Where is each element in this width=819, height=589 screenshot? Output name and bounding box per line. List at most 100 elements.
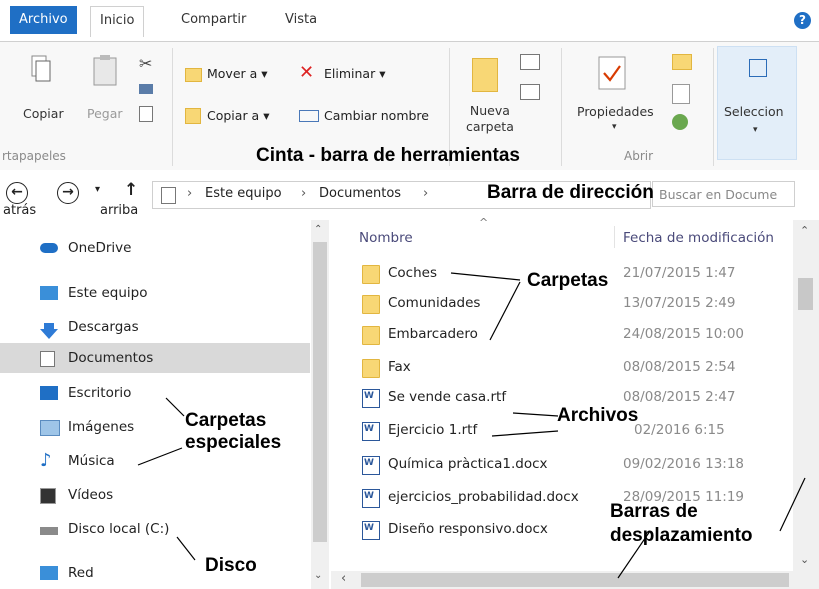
edit-icon[interactable] [672, 84, 690, 104]
scroll-up-icon[interactable]: ⌃ [800, 224, 809, 237]
annotation-address-bar: Barra de dirección [487, 182, 654, 203]
list-item[interactable]: Química pràctica1.docx 09/02/2016 13:18 [331, 449, 791, 479]
open-group-label: Abrir [624, 149, 654, 163]
scroll-up-icon[interactable]: ⌃ [314, 224, 322, 235]
ribbon-tabs: Archivo Inicio Compartir Vista ? [0, 0, 819, 42]
nav-item-descargas[interactable]: Descargas [0, 312, 310, 342]
file-date: 02/2016 6:15 [634, 422, 725, 438]
column-header-name[interactable]: Nombre [359, 230, 413, 246]
scrollbar-thumb[interactable] [313, 242, 327, 542]
list-item[interactable]: Fax 08/08/2015 2:54 [331, 352, 791, 382]
nav-item-escritorio[interactable]: Escritorio [0, 378, 310, 408]
properties-button[interactable]: Propiedades [577, 104, 654, 119]
select-button[interactable]: Seleccion ▾ [717, 46, 797, 160]
computer-icon [40, 286, 58, 300]
back-button[interactable]: ← [6, 182, 28, 204]
nav-item-disco-local[interactable]: Disco local (C:) [0, 514, 310, 544]
recent-chevron-icon[interactable]: ▾ [95, 184, 100, 195]
list-item[interactable]: Embarcadero 24/08/2015 10:00 [331, 319, 791, 349]
breadcrumb-este-equipo[interactable]: Este equipo [205, 186, 282, 201]
up-caption: arriba [100, 203, 139, 218]
nav-label: Documentos [68, 350, 154, 366]
column-header-date[interactable]: Fecha de modificación [623, 230, 774, 246]
group-separator [713, 48, 714, 166]
copy-path-icon[interactable] [139, 84, 153, 94]
copy-to-button[interactable]: Copiar a ▾ [207, 108, 269, 123]
search-input[interactable]: Buscar en Docume [652, 181, 795, 207]
scroll-down-icon[interactable]: ⌄ [800, 553, 809, 566]
nav-item-este-equipo[interactable]: Este equipo [0, 278, 310, 308]
properties-chevron-icon[interactable]: ▾ [612, 122, 617, 132]
folder-icon [362, 326, 380, 345]
properties-icon [598, 56, 626, 90]
nav-item-onedrive[interactable]: OneDrive [0, 233, 310, 263]
network-icon [40, 566, 58, 580]
nav-label: Descargas [68, 319, 139, 335]
list-item[interactable]: Comunidades 13/07/2015 2:49 [331, 288, 791, 318]
music-icon: ♪ [40, 450, 52, 471]
rtf-document-icon [362, 389, 380, 408]
tab-inicio[interactable]: Inicio [90, 6, 145, 37]
new-item-icon[interactable] [520, 54, 540, 70]
scroll-left-icon[interactable]: ‹ [341, 571, 346, 586]
documents-icon [161, 187, 176, 204]
desktop-icon [40, 386, 58, 400]
move-to-button[interactable]: Mover a ▾ [207, 66, 268, 81]
vertical-scrollbar[interactable]: ⌃ ⌄ [793, 220, 819, 589]
history-icon[interactable] [672, 114, 688, 130]
nav-label: Disco local (C:) [68, 521, 170, 537]
documents-icon [40, 351, 55, 367]
navigation-pane: OneDrive Este equipo Descargas Documento… [0, 220, 330, 589]
folder-icon [362, 295, 380, 314]
nav-item-documentos[interactable]: Documentos [0, 343, 310, 373]
up-button[interactable]: ↑ [124, 180, 138, 200]
new-folder-button[interactable]: Nueva carpeta [466, 103, 514, 135]
file-name: Fax [388, 359, 411, 375]
pictures-icon [40, 420, 60, 436]
group-separator [172, 48, 173, 166]
paste-button[interactable]: Pegar [87, 106, 123, 121]
annotation-files: Archivos [557, 405, 639, 426]
scrollbar-thumb[interactable] [361, 573, 789, 587]
nav-label: Este equipo [68, 285, 148, 301]
videos-icon [40, 488, 56, 504]
nav-label: Escritorio [68, 385, 132, 401]
copy-button[interactable]: Copiar [23, 106, 64, 121]
annotation-special-folders: Carpetas especiales [185, 410, 281, 454]
breadcrumb-documentos[interactable]: Documentos [319, 186, 401, 201]
breadcrumb-separator: › [423, 186, 429, 201]
tab-vista[interactable]: Vista [276, 6, 326, 34]
annotation-special-line-2: especiales [185, 432, 282, 453]
navigation-scrollbar[interactable]: ⌃ ⌄ [311, 220, 329, 589]
forward-button[interactable]: → [57, 182, 79, 204]
word-document-icon [362, 489, 380, 508]
scrollbar-thumb[interactable] [798, 278, 813, 310]
select-chevron-icon: ▾ [753, 125, 758, 135]
help-icon[interactable]: ? [794, 12, 811, 29]
easy-access-icon[interactable] [520, 84, 540, 100]
paste-shortcut-icon[interactable] [139, 106, 153, 122]
nav-item-videos[interactable]: Vídeos [0, 480, 310, 510]
annotation-ribbon: Cinta - barra de herramientas [256, 145, 520, 166]
scroll-down-icon[interactable]: ⌄ [314, 570, 322, 581]
folder-icon [362, 265, 380, 284]
cloud-icon [40, 243, 58, 253]
tab-compartir[interactable]: Compartir [172, 6, 255, 34]
horizontal-scrollbar[interactable]: ‹ [331, 571, 793, 589]
copy-icon [30, 52, 52, 86]
rename-button[interactable]: Cambiar nombre [324, 108, 429, 123]
column-divider[interactable] [614, 226, 615, 248]
new-folder-label-1: Nueva [469, 103, 510, 118]
delete-button[interactable]: Eliminar ▾ [324, 66, 385, 81]
open-icon[interactable] [672, 54, 692, 70]
nav-label: Música [68, 453, 115, 469]
cut-icon[interactable]: ✂ [139, 54, 152, 73]
annotation-scroll-line-1: Barras de [610, 501, 698, 522]
nav-label: Vídeos [68, 487, 114, 503]
clipboard-group-label: rtapapeles [2, 149, 66, 163]
word-document-icon [362, 521, 380, 540]
tab-archivo[interactable]: Archivo [10, 6, 77, 34]
nav-item-red[interactable]: Red [0, 558, 310, 588]
select-all-icon [749, 59, 767, 77]
back-caption: atrás [3, 203, 37, 218]
